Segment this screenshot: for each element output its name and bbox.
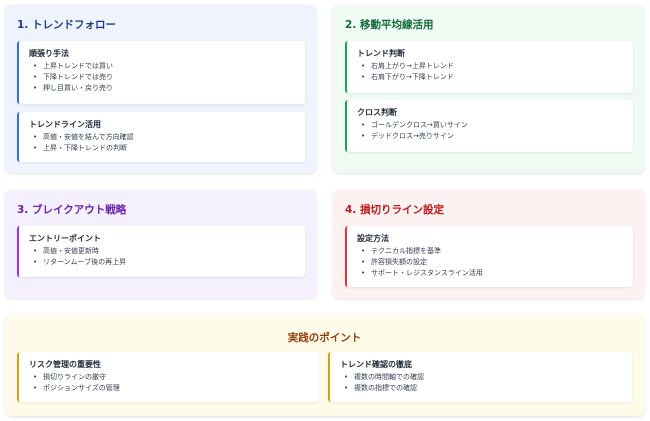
list-item: ポジションサイズの管理 — [33, 383, 311, 394]
section-trend-follow: 1. トレンドフォロー 順張り手法 上昇トレンドでは買い 下降トレンドでは売り … — [5, 5, 316, 173]
list-item: 複数の時間軸での確認 — [344, 372, 624, 383]
section-title: 2. 移動平均線活用 — [345, 19, 434, 31]
section-title: 1. トレンドフォロー — [17, 19, 116, 31]
card-contrarian-method: 順張り手法 上昇トレンドでは買い 下降トレンドでは売り 押し目買い・戻り売り — [17, 41, 305, 104]
bullet-list: 高値・安値更新時 リターンムーブ後の再上昇 — [29, 246, 297, 268]
card-setting-method: 設定方法 テクニカル指標を基準 許容損失額の設定 サポート・レジスタンスライン活… — [345, 226, 633, 287]
bullet-list: 損切りラインの厳守 ポジションサイズの管理 — [29, 372, 311, 394]
card-title: クロス判断 — [357, 108, 397, 117]
card-trendline: トレンドライン活用 高値・安値を結んで方向確認 上昇・下降トレンドの判断 — [17, 112, 305, 162]
card-title: リスク管理の重要性 — [29, 360, 101, 369]
section-stop-loss: 4. 損切りライン設定 設定方法 テクニカル指標を基準 許容損失額の設定 サポー… — [333, 190, 644, 298]
card-cross-judgment: クロス判断 ゴールデンクロス→買いサイン デッドクロス→売りサイン — [345, 100, 633, 152]
list-item: 高値・安値を結んで方向確認 — [33, 132, 297, 143]
bullet-list: テクニカル指標を基準 許容損失額の設定 サポート・レジスタンスライン活用 — [357, 246, 625, 279]
card-title: トレンド確認の徹底 — [340, 360, 412, 369]
section-breakout: 3. ブレイクアウト戦略 エントリーポイント 高値・安値更新時 リターンムーブ後… — [5, 190, 316, 298]
list-item: 右肩下がり→下降トレンド — [361, 72, 625, 83]
list-item: 下降トレンドでは売り — [33, 72, 297, 83]
bullet-list: 上昇トレンドでは買い 下降トレンドでは売り 押し目買い・戻り売り — [29, 61, 297, 94]
section-title: 3. ブレイクアウト戦略 — [17, 204, 127, 216]
bullet-list: 複数の時間軸での確認 複数の指標での確認 — [340, 372, 624, 394]
card-trend-judgment: トレンド判断 右肩上がり→上昇トレンド 右肩下がり→下降トレンド — [345, 41, 633, 93]
card-entry-point: エントリーポイント 高値・安値更新時 リターンムーブ後の再上昇 — [17, 226, 305, 277]
card-title: トレンド判断 — [357, 49, 405, 58]
list-item: 上昇・下降トレンドの判断 — [33, 143, 297, 154]
list-item: デッドクロス→売りサイン — [361, 131, 625, 142]
list-item: リターンムーブ後の再上昇 — [33, 257, 297, 268]
list-item: 複数の指標での確認 — [344, 383, 624, 394]
card-title: トレンドライン活用 — [29, 120, 101, 129]
section-practice-points: 実践のポイント リスク管理の重要性 損切りラインの厳守 ポジションサイズの管理 … — [5, 315, 644, 416]
list-item: 右肩上がり→上昇トレンド — [361, 61, 625, 72]
list-item: 高値・安値更新時 — [33, 246, 297, 257]
list-item: 損切りラインの厳守 — [33, 372, 311, 383]
bullet-list: 高値・安値を結んで方向確認 上昇・下降トレンドの判断 — [29, 132, 297, 154]
card-title: 設定方法 — [357, 234, 389, 243]
section-title: 実践のポイント — [287, 332, 362, 344]
card-trend-confirmation: トレンド確認の徹底 複数の時間軸での確認 複数の指標での確認 — [328, 352, 632, 402]
card-title: 順張り手法 — [29, 49, 69, 58]
list-item: サポート・レジスタンスライン活用 — [361, 268, 625, 279]
list-item: 許容損失額の設定 — [361, 257, 625, 268]
section-moving-average: 2. 移動平均線活用 トレンド判断 右肩上がり→上昇トレンド 右肩下がり→下降ト… — [333, 5, 644, 173]
list-item: 上昇トレンドでは買い — [33, 61, 297, 72]
section-title: 4. 損切りライン設定 — [345, 204, 444, 216]
card-title: エントリーポイント — [29, 234, 101, 243]
list-item: テクニカル指標を基準 — [361, 246, 625, 257]
bullet-list: 右肩上がり→上昇トレンド 右肩下がり→下降トレンド — [357, 61, 625, 83]
list-item: 押し目買い・戻り売り — [33, 83, 297, 94]
card-risk-management: リスク管理の重要性 損切りラインの厳守 ポジションサイズの管理 — [17, 352, 319, 402]
list-item: ゴールデンクロス→買いサイン — [361, 120, 625, 131]
bullet-list: ゴールデンクロス→買いサイン デッドクロス→売りサイン — [357, 120, 625, 142]
